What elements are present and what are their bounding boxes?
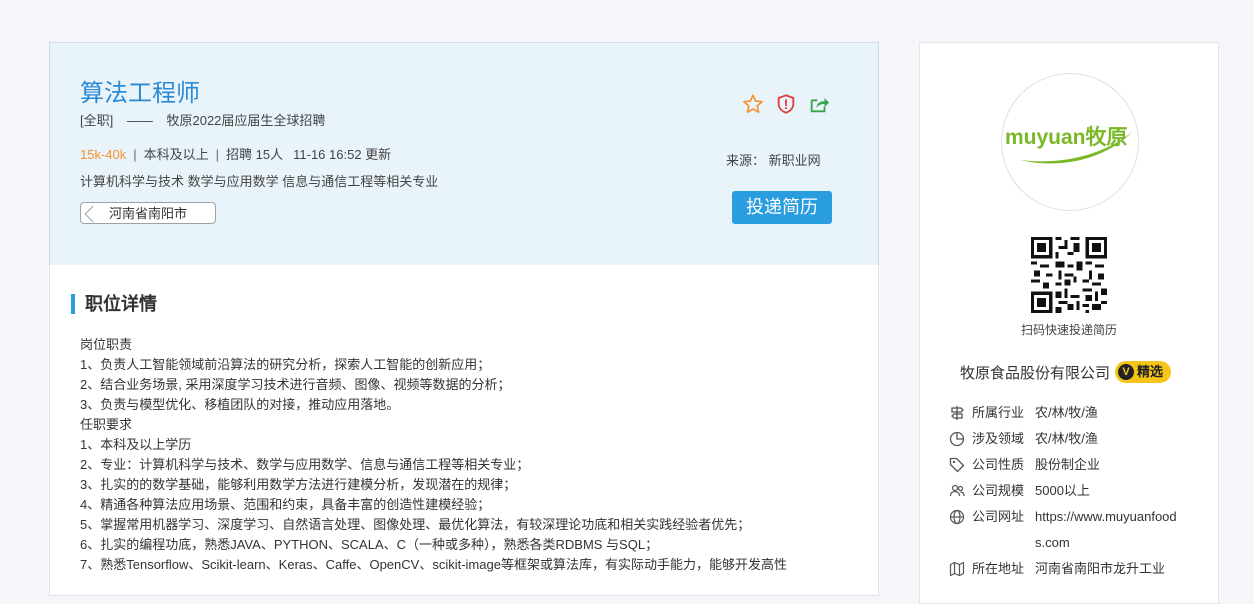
company-website-link[interactable]: https://www.muyuanfoods.com <box>1035 504 1185 556</box>
desc-line: 任职要求 <box>80 417 133 432</box>
company-name[interactable]: 牧原食品股份有限公司 <box>960 362 1110 383</box>
job-detail-card: 职位详情 岗位职责 1、负责人工智能领域前沿算法的研究分析，探索人工智能的创新应… <box>49 265 879 596</box>
v-badge-icon: V <box>1118 364 1135 380</box>
desc-line: 岗位职责 <box>80 337 133 352</box>
info-row-size: 公司规模 5000以上 <box>949 478 1209 504</box>
company-card: muyuan牧原 扫码快速投递简历 牧原食品股份有限公司 V 精选 所属行业 农… <box>919 42 1219 604</box>
job-title: 算法工程师 <box>80 80 200 107</box>
desc-line: 4、精通各种算法应用场景、范围和约束，具备丰富的创造性建模经验； <box>80 497 491 512</box>
job-type: [全职] <box>80 113 114 128</box>
pie-icon <box>949 426 967 452</box>
info-row-address: 所在地址 河南省南阳市龙升工业 <box>949 556 1209 582</box>
location-label: 河南省南阳市 <box>109 206 188 221</box>
info-value: 农/林/牧/渔 <box>1035 431 1098 446</box>
company-info-list: 所属行业 农/林/牧/渔 涉及领域 农/林/牧/渔 公司性质 股份制企业 公司规… <box>949 400 1209 582</box>
desc-line: 6、扎实的编程功底，熟悉JAVA、PYTHON、SCALA、C（一种或多种），熟… <box>80 537 659 552</box>
info-value: 农/林/牧/渔 <box>1035 405 1098 420</box>
desc-line: 3、扎实的的数学基础，能够利用数学方法进行建模分析，发现潜在的规律； <box>80 477 517 492</box>
desc-line: 2、结合业务场景, 采用深度学习技术进行音频、图像、视频等数据的分析； <box>80 377 511 392</box>
featured-badge: V 精选 <box>1115 361 1172 383</box>
info-label: 所属行业 <box>972 405 1025 420</box>
info-label: 公司性质 <box>972 457 1025 472</box>
map-icon <box>949 556 967 582</box>
job-source: 来源： 新职业网 <box>726 153 821 168</box>
desc-line: 1、负责人工智能领域前沿算法的研究分析，探索人工智能的创新应用； <box>80 357 491 372</box>
badge-label: 精选 <box>1137 364 1164 379</box>
tag-icon <box>949 452 967 478</box>
info-row-field: 涉及领域 农/林/牧/渔 <box>949 426 1209 452</box>
info-label: 涉及领域 <box>972 431 1025 446</box>
recruit-name: 牧原2022届应届生全球招聘 <box>166 113 326 128</box>
headcount: 招聘 15人 <box>226 147 284 162</box>
info-row-industry: 所属行业 农/林/牧/渔 <box>949 400 1209 426</box>
people-icon <box>949 478 967 504</box>
tag-notch-icon <box>84 205 102 223</box>
apply-button[interactable]: 投递简历 <box>732 191 832 224</box>
company-logo[interactable]: muyuan牧原 <box>1001 73 1139 211</box>
desc-line: 7、熟悉Tensorflow、Scikit-learn、Keras、Caffe、… <box>80 557 787 572</box>
company-name-row: 牧原食品股份有限公司 V 精选 <box>960 361 1172 383</box>
star-icon[interactable] <box>742 93 764 115</box>
job-meta: 15k-40k | 本科及以上 | 招聘 15人 11-16 16:52 更新 <box>80 147 392 162</box>
info-label: 所在地址 <box>972 561 1025 576</box>
info-value: 河南省南阳市龙升工业 <box>1035 561 1166 576</box>
job-actions <box>742 93 830 115</box>
salary: 15k-40k <box>80 147 127 162</box>
education: 本科及以上 <box>143 147 209 162</box>
qr-code <box>1031 237 1107 313</box>
info-row-nature: 公司性质 股份制企业 <box>949 452 1209 478</box>
info-value: 5000以上 <box>1035 483 1090 498</box>
info-label: 公司规模 <box>972 483 1025 498</box>
desc-line: 1、本科及以上学历 <box>80 437 192 452</box>
job-header-card: 算法工程师 [全职] —— 牧原2022届应届生全球招聘 15k-40k | 本科及… <box>49 42 879 266</box>
info-row-website: 公司网址 https://www.muyuanfoods.com <box>949 504 1209 556</box>
desc-line: 5、掌握常用机器学习、深度学习、自然语言处理、图像处理、最优化算法，有较深理论功… <box>80 517 751 532</box>
update-time: 11-16 16:52 更新 <box>293 147 392 162</box>
report-shield-icon[interactable] <box>775 93 797 115</box>
globe-icon <box>949 504 967 530</box>
job-majors: 计算机科学与技术 数学与应用数学 信息与通信工程等相关专业 <box>80 174 439 189</box>
share-icon[interactable] <box>808 93 830 115</box>
job-description: 岗位职责 1、负责人工智能领域前沿算法的研究分析，探索人工智能的创新应用； 2、… <box>80 335 850 575</box>
logo-text: muyuan牧原 <box>1005 125 1128 149</box>
info-value: 股份制企业 <box>1035 457 1101 472</box>
signpost-icon <box>949 400 967 426</box>
job-subtitle: [全职] —— 牧原2022届应届生全球招聘 <box>80 110 325 129</box>
qr-caption: 扫码快速投递简历 <box>1020 323 1117 337</box>
desc-line: 2、专业：计算机科学与技术、数学与应用数学、信息与通信工程等相关专业； <box>80 457 530 472</box>
section-title: 职位详情 <box>71 294 157 314</box>
desc-line: 3、负责与模型优化、移植团队的对接，推动应用落地。 <box>80 397 400 412</box>
subtitle-dash: —— <box>126 113 153 128</box>
info-label: 公司网址 <box>972 509 1025 524</box>
location-tag[interactable]: 河南省南阳市 <box>80 202 216 224</box>
